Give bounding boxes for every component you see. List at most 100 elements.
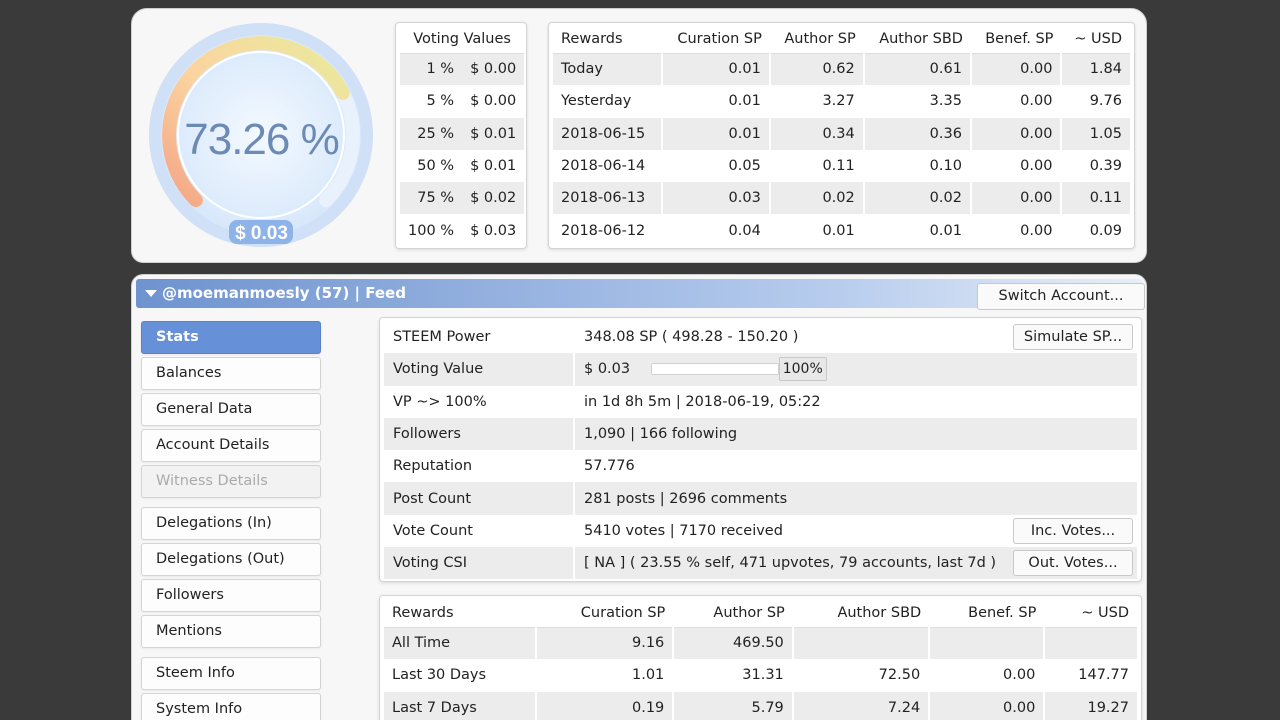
rewards-period: 2018-06-12 xyxy=(561,222,646,239)
rewards-column-header: Curation SP xyxy=(535,599,674,628)
vote-usd-value: $ 0.02 xyxy=(460,182,525,215)
summary-rewards-row: All Time 9.16 469.50 xyxy=(384,627,1137,660)
vote-usd-value: $ 0.01 xyxy=(460,117,525,150)
rewards-cell: 0.09 xyxy=(1060,214,1130,247)
rewards-period: Last 7 Days xyxy=(384,691,536,720)
rewards-column-header: Benef. SP xyxy=(929,599,1045,628)
voting-weight-slider[interactable] xyxy=(650,363,779,376)
rewards-column-header: Author SBD xyxy=(863,25,971,54)
switch-account-button[interactable]: Switch Account... xyxy=(977,283,1145,310)
post-count-label: Post Count xyxy=(384,482,574,515)
vote-usd-value: $ 0.00 xyxy=(470,93,517,110)
sidebar-item-mentions[interactable]: Mentions xyxy=(141,615,321,648)
voting-value-row: 50 % $ 0.01 xyxy=(400,150,524,182)
account-title[interactable]: @moemanmoesly (57) | Feed xyxy=(162,284,406,302)
voting-csi-label: Voting CSI xyxy=(384,547,574,580)
vp-label: VP ~> 100% xyxy=(393,393,487,410)
rewards-column-header: Benef. SP xyxy=(970,25,1062,54)
reputation-label: Reputation xyxy=(393,458,473,475)
stats-row-vp: VP ~> 100% in 1d 8h 5m | 2018-06-19, 05:… xyxy=(384,385,1137,418)
daily-rewards-card: Rewards Curation SP Author SP Author SBD Ben… xyxy=(548,22,1135,249)
rewards-cell: 0.11 xyxy=(1060,182,1130,215)
sidebar-item-witness-details: Witness Details xyxy=(141,465,321,498)
sidebar-item-general-data[interactable]: General Data xyxy=(141,393,321,426)
steem-power-value: 348.08 SP ( 498.28 - 150.20 ) xyxy=(584,329,799,346)
vote-percent: 1 % xyxy=(400,53,461,86)
rewards-column-header: ~ USD xyxy=(1044,599,1137,628)
rewards-column-header: Author SBD xyxy=(792,599,930,628)
stats-row-steem-power: STEEM Power 348.08 SP ( 498.28 - 150.20 … xyxy=(384,321,1137,354)
sidebar-item-delegations-out[interactable]: Delegations (Out) xyxy=(141,543,321,576)
rewards-cell: 0.00 xyxy=(969,117,1062,150)
followers-value: 1,090 | 166 following xyxy=(573,417,1137,451)
rewards-cell: 0.00 xyxy=(928,691,1045,720)
rewards-cell: 7.24 xyxy=(791,691,930,720)
vote-usd-value: $ 0.01 xyxy=(470,158,517,175)
voting-values-card: Voting Values 1 % $ 0.00 5 % $ 0.00 25 % $ 0.… xyxy=(395,22,527,249)
rewards-cell: 1.05 xyxy=(1060,117,1130,150)
voting-value-value: $ 0.03 xyxy=(584,361,631,378)
rewards-cell: 0.36 xyxy=(862,117,971,150)
sidebar-item-followers[interactable]: Followers xyxy=(141,579,321,612)
sidebar-item-system-info[interactable]: System Info xyxy=(141,693,321,720)
vp-value: in 1d 8h 5m | 2018-06-19, 05:22 xyxy=(573,385,1137,418)
sidebar-item-steem-info[interactable]: Steem Info xyxy=(141,657,321,690)
reputation-value: 57.776 xyxy=(573,450,1137,483)
voting-value-row: 75 % $ 0.02 xyxy=(400,182,525,215)
incoming-votes-button[interactable]: Inc. Votes... xyxy=(1013,517,1133,544)
rewards-cell: 31.31 xyxy=(672,659,793,692)
rewards-cell xyxy=(928,627,1045,660)
rewards-cell: 1.84 xyxy=(1060,53,1130,86)
vote-count-value: 5410 votes | 7170 received xyxy=(584,522,783,539)
vote-count-label: Vote Count xyxy=(393,522,473,539)
rewards-cell: 147.77 xyxy=(1043,659,1137,692)
voting-value-row: 100 % $ 0.03 xyxy=(400,214,524,246)
sidebar-item-delegations-in[interactable]: Delegations (In) xyxy=(141,507,321,540)
voting-power-gauge: 73.26 % $ 0.03 xyxy=(134,15,389,260)
rewards-column-header: Rewards xyxy=(384,599,536,628)
rewards-period: 2018-06-15 xyxy=(553,117,662,150)
vote-value-usd: $ 0.03 xyxy=(235,223,288,244)
collapse-triangle-icon[interactable] xyxy=(145,290,157,297)
rewards-cell: 0.10 xyxy=(862,149,971,183)
sidebar-item-account-details[interactable]: Account Details xyxy=(141,429,321,462)
rewards-cell: 1.01 xyxy=(534,659,674,692)
stats-table: STEEM Power 348.08 SP ( 498.28 - 150.20 … xyxy=(384,321,1137,580)
stats-row-voting-csi: Voting CSI [ NA ] ( 23.55 % self, 471 up… xyxy=(384,547,1137,580)
rewards-cell: 0.02 xyxy=(768,182,864,215)
rewards-cell xyxy=(1043,627,1137,660)
rewards-column-header: Rewards xyxy=(553,25,662,54)
daily-rewards-row: 2018-06-12 0.04 0.01 0.01 0.00 0.09 xyxy=(553,214,1130,247)
sidebar-nav: Stats Balances General Data Account Details… xyxy=(141,321,323,720)
rewards-cell: 5.79 xyxy=(672,691,793,720)
rewards-cell: 0.34 xyxy=(768,117,864,150)
voting-power-percent: 73.26 % xyxy=(184,115,339,164)
voting-value-row: 1 % $ 0.00 xyxy=(400,53,525,86)
rewards-cell: 0.00 xyxy=(969,214,1062,247)
voting-values-header: Voting Values xyxy=(400,25,525,54)
rewards-cell: 0.04 xyxy=(660,214,770,247)
vote-percent: 50 % xyxy=(417,158,455,175)
rewards-cell: 9.76 xyxy=(1060,85,1130,118)
rewards-cell: 0.61 xyxy=(862,53,971,86)
sidebar-item-balances[interactable]: Balances xyxy=(141,357,321,390)
voting-value-label: Voting Value xyxy=(384,353,574,386)
rewards-column-header: Author SP xyxy=(769,25,864,54)
outgoing-votes-button[interactable]: Out. Votes... xyxy=(1013,550,1133,577)
rewards-cell: 0.01 xyxy=(660,117,770,150)
rewards-cell: 19.27 xyxy=(1043,691,1137,720)
stats-row-voting-value: Voting Value $ 0.03 100% xyxy=(384,353,1137,386)
stats-row-followers: Followers 1,090 | 166 following xyxy=(384,417,1137,451)
rewards-column-header: Curation SP xyxy=(661,25,770,54)
voting-values-table: Voting Values 1 % $ 0.00 5 % $ 0.00 25 % $ 0.… xyxy=(400,25,525,247)
account-header-bar[interactable]: @moemanmoesly (57) | Feed Switch Account… xyxy=(136,279,1145,310)
daily-rewards-row: 2018-06-14 0.05 0.11 0.10 0.00 0.39 xyxy=(553,149,1130,183)
rewards-cell: 3.27 xyxy=(768,85,864,118)
rewards-cell xyxy=(791,627,930,660)
vote-percent: 25 % xyxy=(400,117,461,150)
rewards-period: Last 30 Days xyxy=(392,667,487,684)
sidebar-item-stats[interactable]: Stats xyxy=(141,321,321,354)
rewards-cell: 0.01 xyxy=(768,214,864,247)
simulate-sp-button[interactable]: Simulate SP... xyxy=(1013,324,1133,350)
rewards-cell: 0.01 xyxy=(660,85,770,118)
